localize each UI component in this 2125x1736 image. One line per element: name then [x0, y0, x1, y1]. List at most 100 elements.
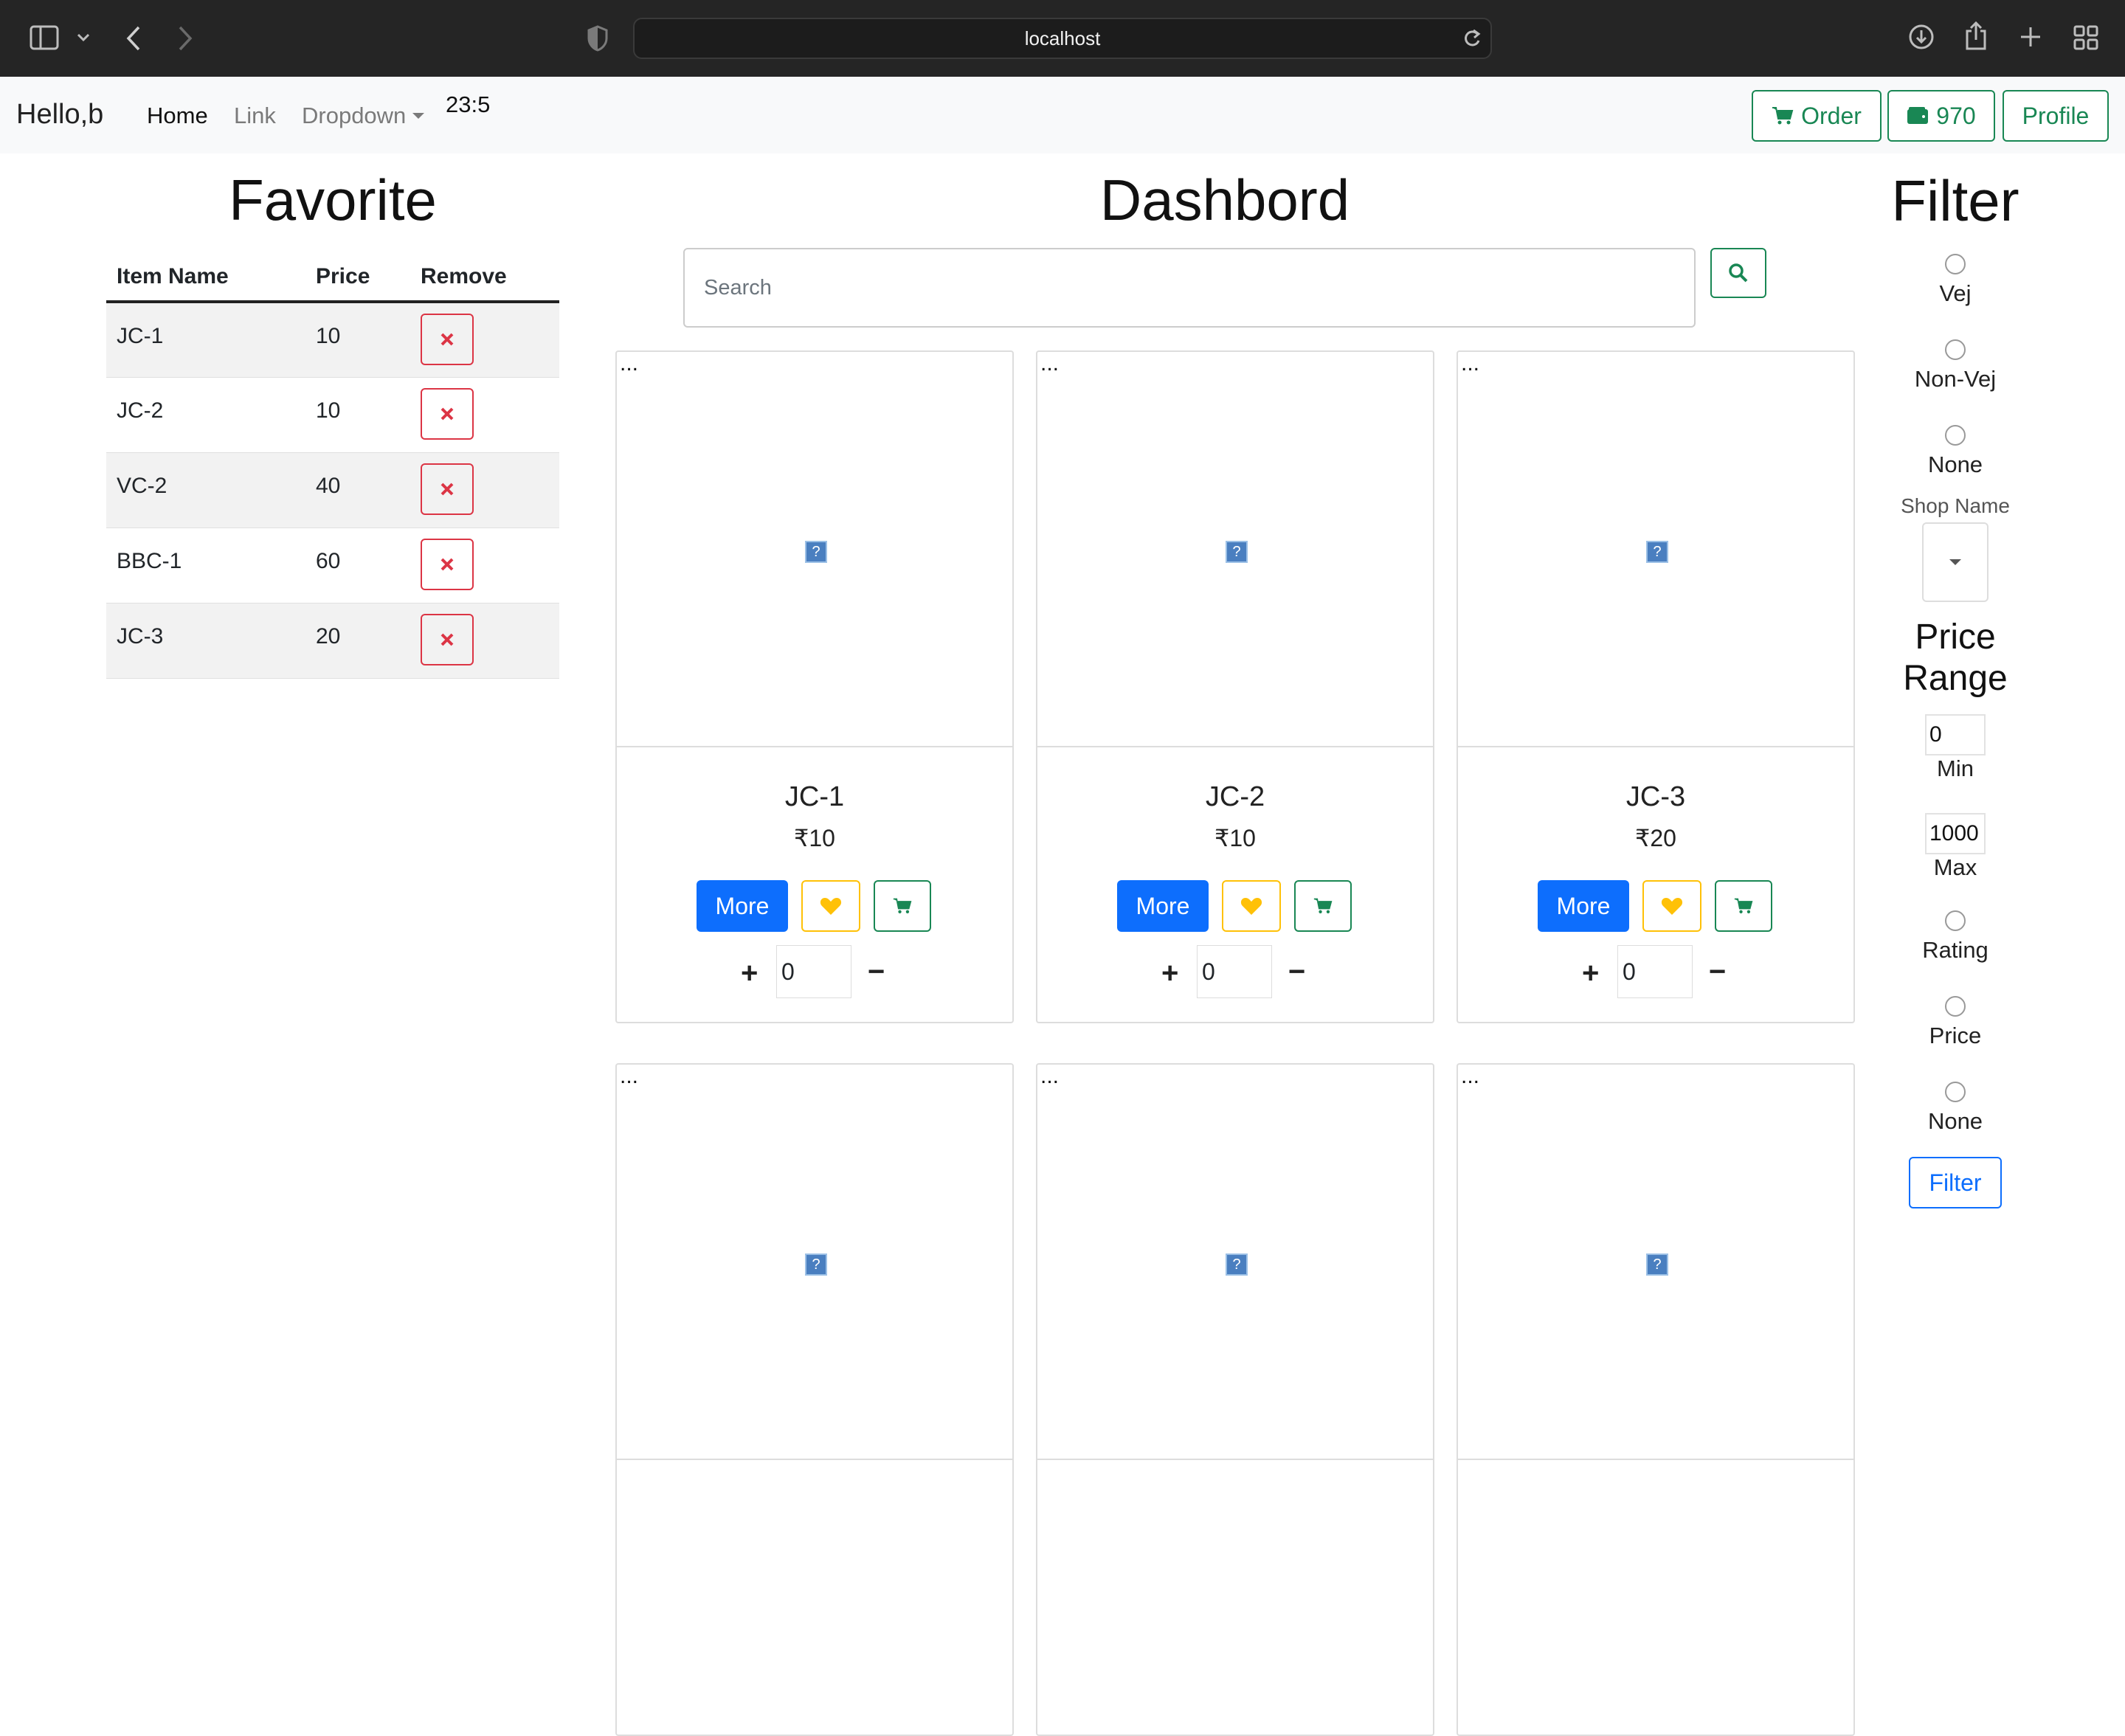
more-button[interactable]: More	[1538, 880, 1629, 932]
radio-price-label: Price	[1929, 1023, 1982, 1048]
shop-name-select[interactable]	[1922, 522, 1988, 602]
radio-vej-label: Vej	[1939, 280, 1972, 306]
reload-icon[interactable]	[1462, 28, 1482, 49]
order-button[interactable]: Order	[1752, 90, 1882, 142]
radio-rating-label: Rating	[1922, 937, 1988, 963]
remove-cell	[410, 302, 559, 378]
more-options-icon[interactable]: ...	[1461, 353, 1479, 375]
max-label: Max	[1933, 854, 1977, 880]
chevron-down-icon[interactable]	[77, 32, 90, 43]
product-image: ...?	[1458, 1065, 1853, 1460]
min-price-input[interactable]: 0	[1925, 714, 1986, 755]
more-options-icon[interactable]: ...	[1461, 1065, 1479, 1087]
profile-label: Profile	[2022, 102, 2090, 129]
increment-button[interactable]: +	[1161, 957, 1178, 990]
favorite-button[interactable]	[801, 880, 860, 932]
remove-button[interactable]	[421, 538, 474, 590]
radio-sort-none-label: None	[1927, 1108, 1983, 1134]
download-icon[interactable]	[1908, 24, 1935, 50]
header-price: Price	[305, 253, 410, 303]
caret-down-icon	[1949, 559, 1961, 565]
nav-link-home[interactable]: Home	[147, 103, 208, 129]
max-price-input[interactable]: 1000	[1925, 813, 1986, 854]
filter-title: Filter	[1891, 168, 2019, 233]
new-tab-icon[interactable]	[2019, 25, 2042, 49]
add-to-cart-button[interactable]	[1294, 880, 1352, 932]
favorite-button[interactable]	[1642, 880, 1701, 932]
increment-button[interactable]: +	[741, 957, 758, 990]
remove-button[interactable]	[421, 387, 474, 440]
remove-button[interactable]	[421, 314, 474, 365]
price-cell: 20	[305, 603, 410, 679]
radio-rating[interactable]	[1945, 910, 1966, 931]
close-icon	[440, 558, 454, 570]
nav-link-link[interactable]: Link	[234, 103, 276, 129]
add-to-cart-button[interactable]	[1715, 880, 1772, 932]
nav-dropdown[interactable]: Dropdown	[302, 103, 425, 129]
more-options-icon[interactable]: ...	[620, 353, 638, 375]
remove-button[interactable]	[421, 613, 474, 665]
shield-icon	[587, 25, 608, 52]
radio-none-label: None	[1927, 452, 1983, 477]
header-remove: Remove	[410, 253, 559, 303]
heart-icon	[820, 898, 842, 915]
sidebar-icon[interactable]	[30, 25, 59, 50]
forward-icon[interactable]	[177, 25, 193, 52]
close-icon	[440, 483, 454, 495]
radio-price[interactable]	[1945, 996, 1966, 1017]
back-icon[interactable]	[125, 25, 142, 52]
item-name-cell: BBC-1	[106, 528, 305, 604]
quantity-input[interactable]: 0	[1617, 945, 1693, 998]
search-button[interactable]	[1710, 248, 1766, 298]
dashboard-title: Dashbord	[1099, 167, 1350, 232]
tab-overview-icon[interactable]	[2073, 25, 2098, 50]
address-bar[interactable]: localhost	[633, 18, 1492, 59]
product-price: ₹20	[1635, 825, 1676, 851]
close-icon	[440, 333, 454, 346]
increment-button[interactable]: +	[1582, 957, 1599, 990]
add-to-cart-button[interactable]	[874, 880, 931, 932]
navbar-brand[interactable]: Hello,b	[16, 99, 103, 131]
radio-non-vej-label: Non-Vej	[1914, 366, 1997, 392]
radio-vej[interactable]	[1945, 254, 1966, 274]
broken-image-icon: ?	[1646, 541, 1668, 563]
filter-button[interactable]: Filter	[1909, 1157, 2002, 1208]
search-placeholder: Search	[704, 275, 772, 300]
quantity-input[interactable]: 0	[1197, 945, 1272, 998]
decrement-button[interactable]: −	[1709, 955, 1726, 989]
table-row: BBC-1 60	[106, 528, 559, 604]
product-image: ...?	[1458, 352, 1853, 747]
price-cell: 60	[305, 528, 410, 604]
product-name: JC-2	[1205, 781, 1265, 812]
product-price: ₹10	[794, 825, 835, 851]
more-options-icon[interactable]: ...	[1040, 1065, 1059, 1087]
broken-image-icon: ?	[1226, 1253, 1248, 1276]
radio-none[interactable]	[1945, 425, 1966, 446]
more-options-icon[interactable]: ...	[620, 1065, 638, 1087]
decrement-button[interactable]: −	[868, 955, 885, 989]
table-row: JC-3 20	[106, 603, 559, 679]
more-button[interactable]: More	[697, 880, 788, 932]
clock-text: 23:5	[446, 91, 491, 117]
table-row: JC-2 10	[106, 377, 559, 453]
search-input[interactable]: Search	[683, 248, 1696, 328]
favorite-button[interactable]	[1222, 880, 1281, 932]
product-price: ₹10	[1214, 825, 1256, 851]
remove-cell	[410, 528, 559, 604]
profile-button[interactable]: Profile	[2003, 90, 2109, 142]
share-icon[interactable]	[1964, 21, 1988, 52]
header-item-name: Item Name	[106, 253, 305, 303]
item-name-cell: VC-2	[106, 452, 305, 528]
wallet-button[interactable]: 970	[1887, 90, 1995, 142]
quantity-input[interactable]: 0	[776, 945, 851, 998]
favorite-table: Item Name Price Remove JC-1 10 JC-2 10 V…	[106, 253, 559, 679]
remove-cell	[410, 377, 559, 453]
more-options-icon[interactable]: ...	[1040, 353, 1059, 375]
decrement-button[interactable]: −	[1288, 955, 1305, 989]
radio-sort-none[interactable]	[1945, 1082, 1966, 1102]
remove-button[interactable]	[421, 463, 474, 515]
radio-non-vej[interactable]	[1945, 339, 1966, 360]
broken-image-icon: ?	[805, 1253, 827, 1276]
more-button[interactable]: More	[1117, 880, 1209, 932]
favorite-title: Favorite	[229, 167, 437, 232]
